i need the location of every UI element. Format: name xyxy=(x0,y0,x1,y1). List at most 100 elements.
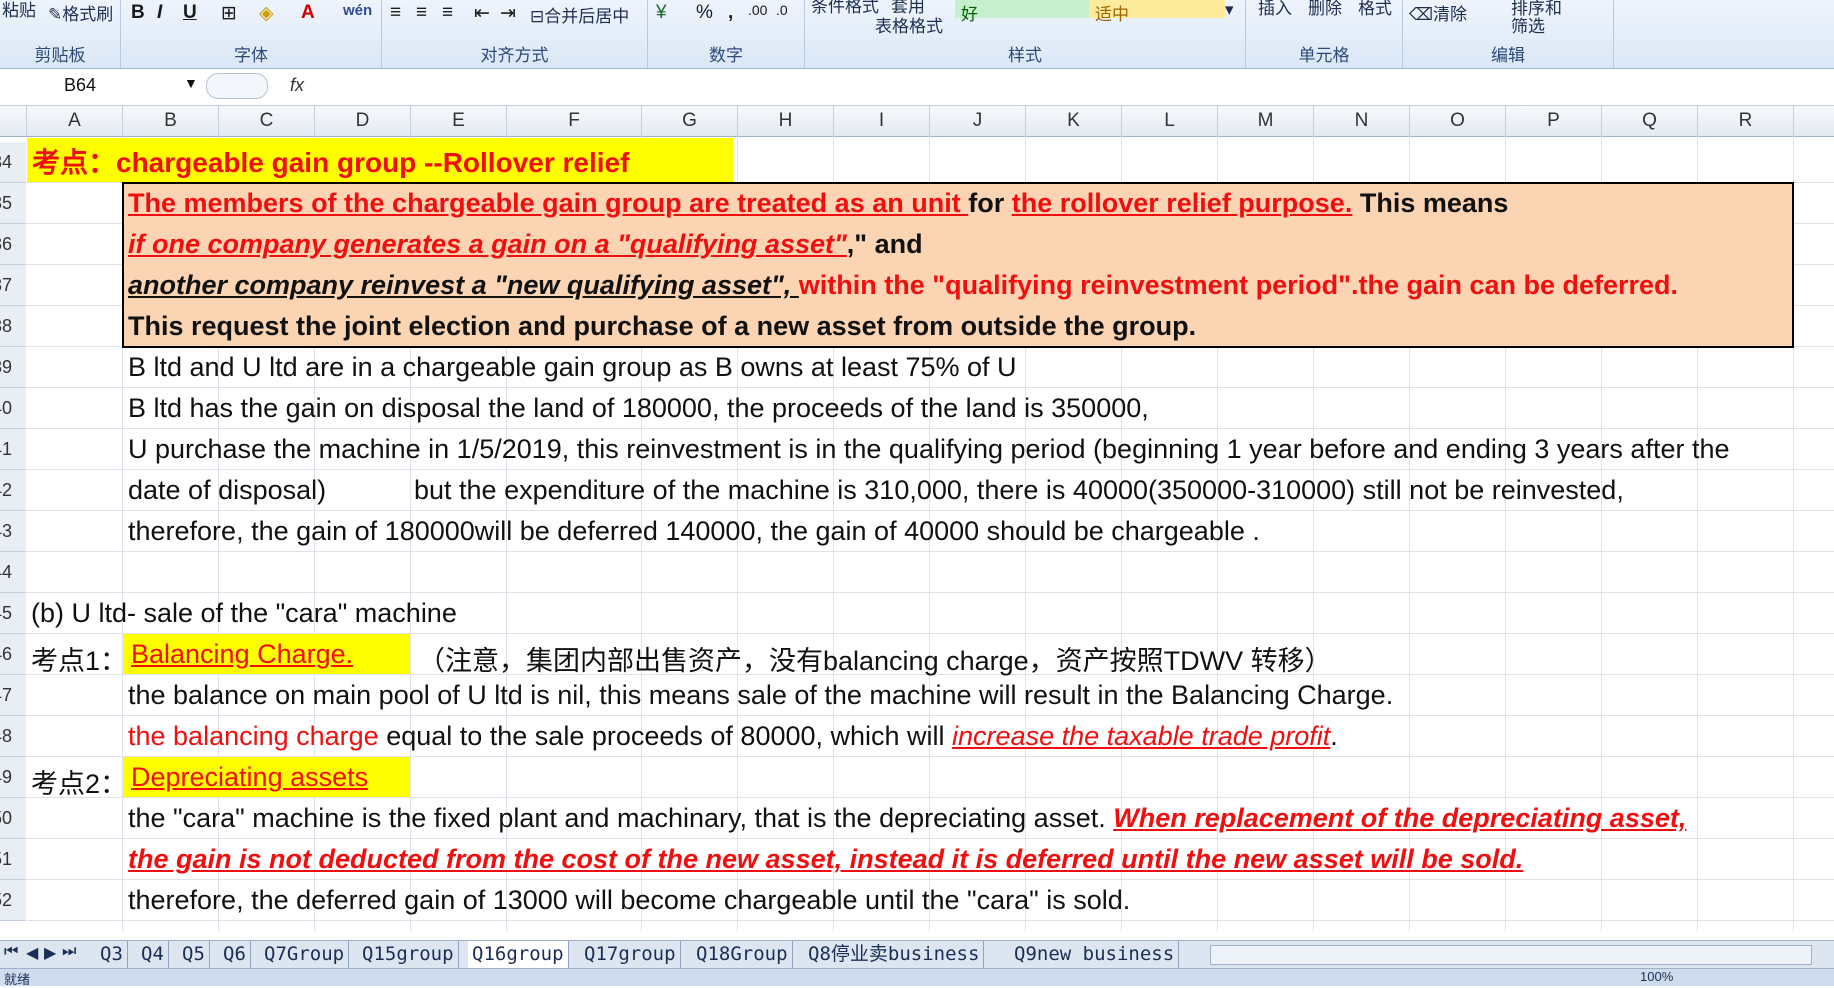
horizontal-scrollbar[interactable] xyxy=(1210,945,1812,965)
row-header[interactable]: 51 xyxy=(0,839,26,880)
format-button[interactable]: 格式 xyxy=(1358,0,1392,19)
phonetic-icon[interactable]: wén xyxy=(343,2,372,26)
merge-center-button[interactable]: ⊟合并后居中 xyxy=(530,2,629,27)
paste-button[interactable]: 粘贴 xyxy=(2,0,36,21)
row-header[interactable]: 49 xyxy=(0,757,26,798)
column-header-p[interactable]: P xyxy=(1506,106,1602,136)
row-header[interactable]: 40 xyxy=(0,388,26,429)
percent-button[interactable]: % xyxy=(696,2,713,26)
formula-bar-expand-handle[interactable] xyxy=(206,73,268,99)
name-box[interactable]: B64 ▼ xyxy=(4,73,200,99)
sheet-tab-q8-business[interactable]: Q8停业卖business xyxy=(804,941,985,968)
fill-color-icon[interactable]: ◈ xyxy=(259,2,274,26)
conditional-format-button[interactable]: 条件格式 xyxy=(811,0,879,17)
name-box-dropdown-icon[interactable]: ▼ xyxy=(184,75,198,91)
border-icon[interactable]: ⊞ xyxy=(221,2,237,26)
select-all-corner[interactable] xyxy=(0,106,27,136)
format-painter-button[interactable]: ✎格式刷 xyxy=(48,0,113,25)
decrease-decimal-icon[interactable]: .0 xyxy=(776,2,788,26)
delete-button[interactable]: 删除 xyxy=(1308,0,1342,19)
row-header[interactable]: 52 xyxy=(0,880,26,921)
clear-button[interactable]: ⌫清除 xyxy=(1409,0,1467,25)
indent-increase-icon[interactable]: ⇥ xyxy=(500,2,516,26)
cell-a45[interactable]: (b) U ltd- sale of the "cara" machine xyxy=(31,598,457,629)
column-header-h[interactable]: H xyxy=(738,106,834,136)
cell-b47[interactable]: the balance on main pool of U ltd is nil… xyxy=(128,680,1393,711)
cell-a49[interactable]: 考点2： xyxy=(31,762,127,801)
row-header[interactable]: 48 xyxy=(0,716,26,757)
prev-sheet-icon[interactable]: ◀ xyxy=(26,943,38,963)
indent-decrease-icon[interactable]: ⇤ xyxy=(474,2,490,26)
cell-e42[interactable]: but the expenditure of the machine is 31… xyxy=(414,475,1624,506)
cell-b43[interactable]: therefore, the gain of 180000will be def… xyxy=(128,516,1260,547)
column-header-r[interactable]: R xyxy=(1698,106,1794,136)
comma-button[interactable]: , xyxy=(728,2,733,26)
style-good[interactable]: 好 xyxy=(955,0,1091,24)
sheet-tab-q9-new-business[interactable]: Q9new business xyxy=(1010,941,1180,968)
sheet-tab-q15group[interactable]: Q15group xyxy=(358,941,459,968)
cell-a46[interactable]: 考点1： xyxy=(31,639,127,678)
column-header-d[interactable]: D xyxy=(315,106,411,136)
row-header[interactable]: 36 xyxy=(0,224,26,265)
next-sheet-icon[interactable]: ▶ xyxy=(44,943,56,963)
column-header-q[interactable]: Q xyxy=(1602,106,1698,136)
zoom-level[interactable]: 100% xyxy=(1640,969,1673,984)
column-header-a[interactable]: A xyxy=(27,106,123,136)
row-header[interactable]: 35 xyxy=(0,183,26,224)
column-header-g[interactable]: G xyxy=(642,106,738,136)
cell-b51[interactable]: the gain is not deducted from the cost o… xyxy=(128,844,1523,875)
increase-decimal-icon[interactable]: .00 xyxy=(748,2,767,26)
sheet-tab-q3[interactable]: Q3 xyxy=(96,941,128,968)
row-header[interactable]: 37 xyxy=(0,265,26,306)
last-sheet-icon[interactable]: ⏭ xyxy=(62,943,76,961)
insert-function-icon[interactable]: fx xyxy=(290,75,304,96)
insert-button[interactable]: 插入 xyxy=(1258,0,1292,19)
column-header-c[interactable]: C xyxy=(219,106,315,136)
sort-filter-button[interactable]: 筛选 xyxy=(1511,12,1545,37)
column-header-l[interactable]: L xyxy=(1122,106,1218,136)
row-header[interactable]: 50 xyxy=(0,798,26,839)
row-header[interactable]: 41 xyxy=(0,429,26,470)
row-header[interactable]: 43 xyxy=(0,511,26,552)
column-header-j[interactable]: J xyxy=(930,106,1026,136)
sheet-tab-q18group[interactable]: Q18Group xyxy=(692,941,793,968)
style-neutral[interactable]: 适中 xyxy=(1089,0,1225,24)
row-header[interactable]: 38 xyxy=(0,306,26,347)
sheet-tab-q16group[interactable]: Q16group xyxy=(468,941,569,968)
cell-b41[interactable]: U purchase the machine in 1/5/2019, this… xyxy=(128,434,1730,465)
table-format-button[interactable]: 表格格式 xyxy=(875,12,943,37)
column-header-e[interactable]: E xyxy=(411,106,507,136)
sheet-tab-q4[interactable]: Q4 xyxy=(137,941,169,968)
row-header[interactable]: 45 xyxy=(0,593,26,634)
cell-b50[interactable]: the "cara" machine is the fixed plant an… xyxy=(128,803,1686,834)
font-color-icon[interactable]: A xyxy=(301,2,315,26)
row-header[interactable]: 34 xyxy=(0,142,26,183)
formula-input[interactable] xyxy=(322,73,1822,99)
align-right-icon[interactable]: ≡ xyxy=(442,2,453,26)
italic-button[interactable]: I xyxy=(157,2,162,26)
column-header-n[interactable]: N xyxy=(1314,106,1410,136)
row-header[interactable]: 47 xyxy=(0,675,26,716)
cell-b39[interactable]: B ltd and U ltd are in a chargeable gain… xyxy=(128,352,1017,383)
underline-button[interactable]: U xyxy=(183,2,197,26)
styles-scroll-icon[interactable]: ▾ xyxy=(1225,0,1234,20)
column-header-k[interactable]: K xyxy=(1026,106,1122,136)
sheet-tab-q17group[interactable]: Q17group xyxy=(580,941,681,968)
cell-b42[interactable]: date of disposal) xyxy=(128,475,326,506)
sheet-tab-q5[interactable]: Q5 xyxy=(178,941,210,968)
currency-icon[interactable]: ¥ xyxy=(656,2,667,26)
cell-b48[interactable]: the balancing charge equal to the sale p… xyxy=(128,721,1338,752)
align-left-icon[interactable]: ≡ xyxy=(390,2,401,26)
sheet-tab-q6[interactable]: Q6 xyxy=(219,941,251,968)
sheet-tab-q7group[interactable]: Q7Group xyxy=(260,941,350,968)
cell-b40[interactable]: B ltd has the gain on disposal the land … xyxy=(128,393,1149,424)
row-header[interactable]: 44 xyxy=(0,552,26,593)
cell-b52[interactable]: therefore, the deferred gain of 13000 wi… xyxy=(128,885,1130,916)
row-header[interactable]: 42 xyxy=(0,470,26,511)
row-header[interactable]: 46 xyxy=(0,634,26,675)
align-center-icon[interactable]: ≡ xyxy=(416,2,427,26)
cell-e46[interactable]: （注意，集团内部出售资产，没有balancing charge，资产按照TDWV… xyxy=(418,639,1332,678)
column-header-f[interactable]: F xyxy=(507,106,642,136)
row-header[interactable]: 39 xyxy=(0,347,26,388)
column-header-m[interactable]: M xyxy=(1218,106,1314,136)
